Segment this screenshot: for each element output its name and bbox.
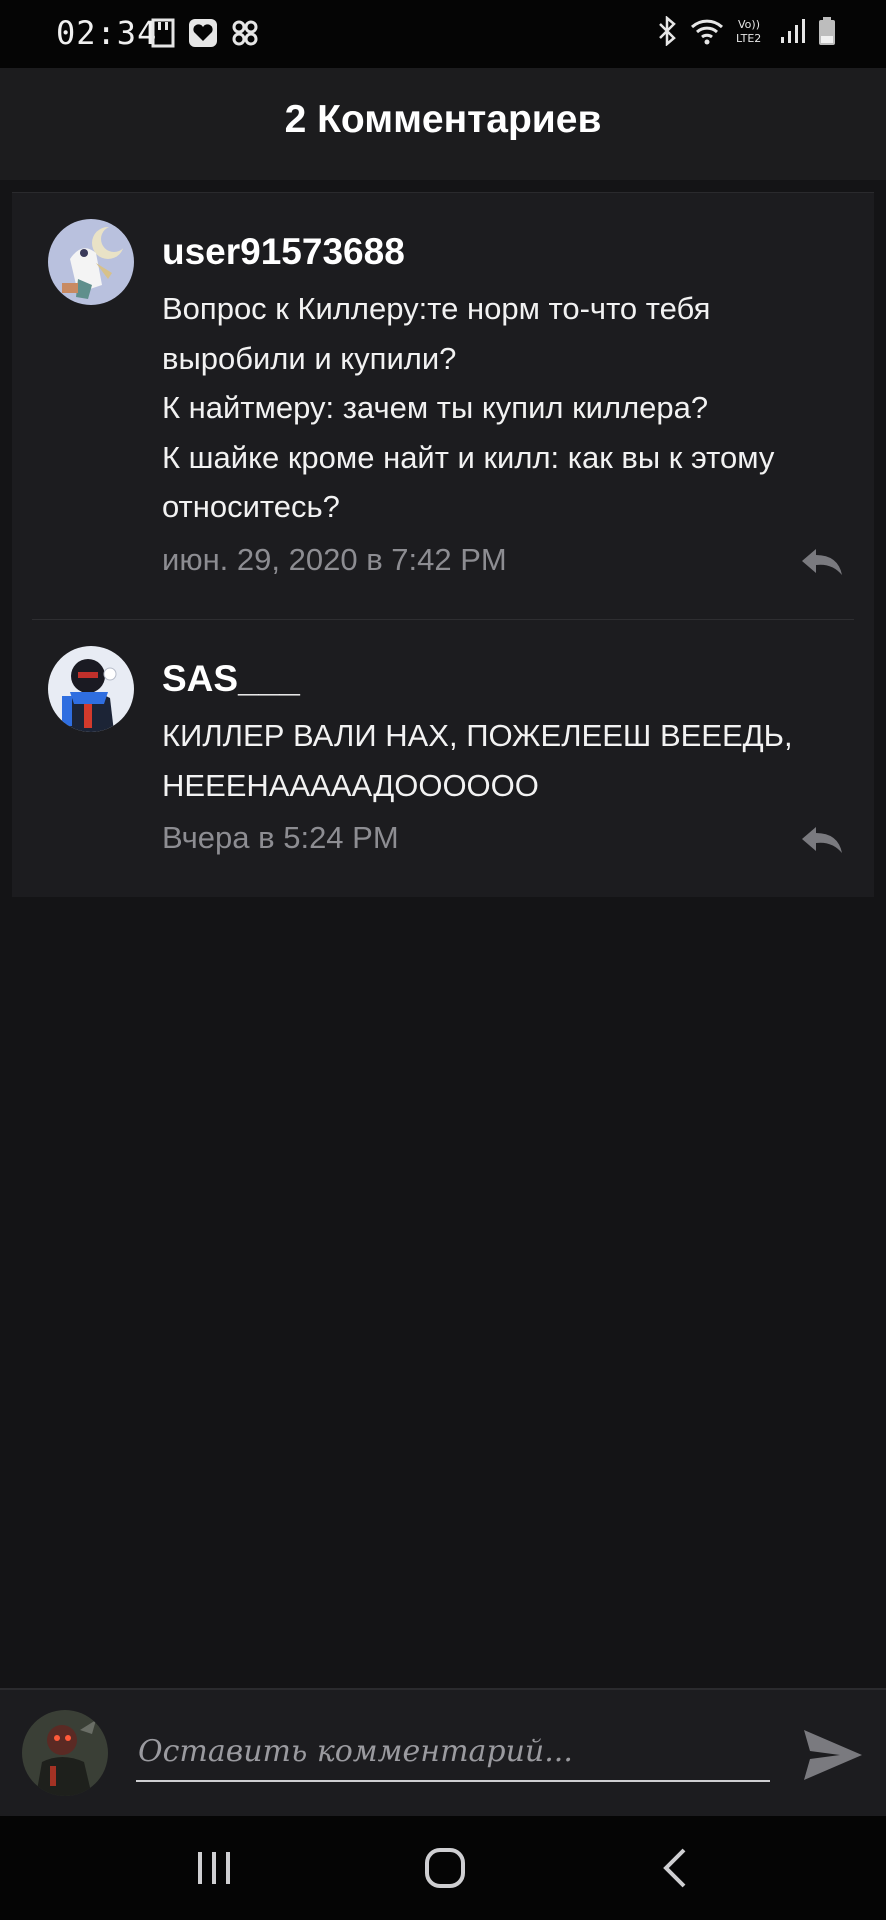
- back-icon: [663, 1848, 686, 1888]
- status-right-icons: Vo)) LTE2: [656, 15, 836, 51]
- comment-text: Вопрос к Киллеру:те норм то-что тебя выр…: [162, 284, 852, 532]
- svg-text:LTE2: LTE2: [736, 32, 761, 45]
- comment-text-line: КИЛЛЕР ВАЛИ НАХ, ПОЖЕЛЕЕШ ВЕЕЕДЬ,: [162, 718, 793, 753]
- status-left-icons: [150, 18, 260, 53]
- wifi-icon: [690, 17, 724, 50]
- current-user-avatar: [22, 1710, 108, 1796]
- comment-text-line: выробили и купили?: [162, 340, 457, 376]
- comment-input-bar: [0, 1688, 886, 1816]
- comment-text-line: К шайке кроме найт и килл: как вы к этом…: [162, 439, 775, 475]
- reply-icon[interactable]: [798, 823, 846, 857]
- heart-app-icon: [188, 18, 218, 53]
- recent-apps-icon: [198, 1852, 230, 1884]
- comment-username[interactable]: SAS___: [162, 658, 300, 700]
- status-time: 02:34: [56, 14, 158, 52]
- comment-input[interactable]: [136, 1722, 770, 1782]
- send-button[interactable]: [800, 1726, 864, 1784]
- header: 2 Комментариев: [0, 68, 886, 180]
- comment-text: КИЛЛЕР ВАЛИ НАХ, ПОЖЕЛЕЕШ ВЕЕЕДЬ, НЕЕЕНА…: [162, 711, 852, 810]
- lte-label-icon: Vo)) LTE2: [736, 16, 768, 51]
- flower-app-icon: [230, 18, 260, 53]
- home-button[interactable]: [415, 1846, 475, 1890]
- comment-text-line: относитесь?: [162, 489, 340, 524]
- avatar[interactable]: [48, 219, 134, 305]
- comment-item: SAS___ КИЛЛЕР ВАЛИ НАХ, ПОЖЕЛЕЕШ ВЕЕЕДЬ,…: [32, 620, 854, 896]
- battery-icon: [818, 16, 836, 51]
- comment-timestamp: Вчера в 5:24 PM: [162, 820, 399, 855]
- recent-apps-button[interactable]: [184, 1846, 244, 1890]
- comment-item: user91573688 Вопрос к Киллеру:те норм то…: [32, 193, 854, 620]
- comment-username[interactable]: user91573688: [162, 231, 405, 273]
- page-title: 2 Комментариев: [284, 98, 602, 141]
- comment-text-line: НЕЕЕНАААААДООООOО: [162, 767, 539, 803]
- comment-text-line: Вопрос к Киллеру:те норм то-что тебя: [162, 291, 711, 326]
- storage-icon: [150, 18, 176, 53]
- system-nav-bar: [0, 1816, 886, 1920]
- comments-list: user91573688 Вопрос к Киллеру:те норм то…: [12, 192, 874, 897]
- app-root: 02:34 Vo)) LTE2 2 Комментариев user91573…: [0, 0, 886, 1920]
- status-bar: 02:34 Vo)) LTE2: [0, 0, 886, 68]
- home-icon: [425, 1848, 465, 1888]
- send-icon: [804, 1730, 862, 1780]
- svg-text:Vo)): Vo)): [738, 18, 760, 31]
- bluetooth-icon: [656, 15, 678, 51]
- comment-text-line: К найтмеру: зачем ты купил киллера?: [162, 390, 709, 425]
- comment-timestamp: июн. 29, 2020 в 7:42 PM: [162, 542, 507, 577]
- signal-icon: [780, 17, 806, 50]
- avatar[interactable]: [48, 646, 134, 732]
- reply-icon[interactable]: [798, 545, 846, 579]
- back-button[interactable]: [646, 1846, 706, 1890]
